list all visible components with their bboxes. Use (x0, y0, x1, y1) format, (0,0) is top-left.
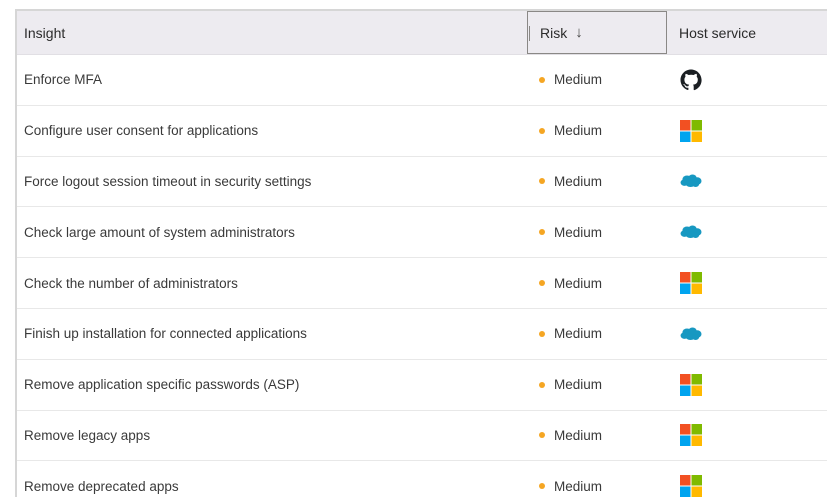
risk-dot-icon (539, 483, 545, 490)
risk-dot-icon (539, 76, 545, 83)
risk-label: Medium (554, 377, 603, 393)
column-divider[interactable] (529, 26, 530, 41)
risk-label: Medium (554, 123, 603, 139)
risk-dot-icon (539, 280, 545, 287)
microsoft-icon (680, 373, 702, 396)
risk-cell: Medium (527, 276, 667, 291)
insight-cell: Configure user consent for applications (24, 123, 259, 139)
risk-cell: Medium (527, 479, 667, 494)
risk-dot-icon (539, 381, 545, 388)
column-header-insight-label: Insight (24, 24, 66, 41)
salesforce-icon (680, 174, 702, 188)
table-row[interactable]: Remove deprecated apps Medium (17, 461, 827, 497)
risk-label: Medium (554, 478, 603, 494)
risk-dot-icon (539, 178, 545, 185)
microsoft-icon (680, 424, 702, 447)
insight-cell: Remove legacy apps (24, 427, 151, 443)
insight-cell: Check the number of administrators (24, 275, 238, 291)
table-row[interactable]: Check the number of administrators Medium (17, 258, 827, 309)
risk-dot-icon (539, 330, 545, 337)
risk-dot-icon (539, 127, 545, 134)
microsoft-icon (680, 272, 702, 295)
table-row[interactable]: Remove legacy apps Medium (17, 411, 827, 462)
risk-dot-icon (539, 432, 545, 439)
risk-label: Medium (554, 72, 603, 88)
host-service-cell (667, 271, 827, 295)
microsoft-icon (680, 475, 702, 497)
risk-cell: Medium (527, 377, 667, 392)
host-service-cell (667, 373, 827, 397)
salesforce-icon (680, 225, 702, 239)
insight-cell: Force logout session timeout in security… (24, 173, 312, 189)
column-header-risk-label: Risk (540, 24, 568, 41)
insight-cell: Finish up installation for connected app… (24, 326, 307, 342)
insight-cell: Remove application specific passwords (A… (24, 377, 300, 393)
risk-label: Medium (554, 173, 603, 189)
host-service-cell (667, 169, 827, 193)
risk-dot-icon (539, 229, 545, 236)
risk-label: Medium (554, 275, 603, 291)
risk-label: Medium (554, 326, 603, 342)
column-header-host-service-label: Host service (679, 24, 757, 41)
insight-cell: Check large amount of system administrat… (24, 224, 295, 240)
table-row[interactable]: Remove application specific passwords (A… (17, 360, 827, 411)
table-row[interactable]: Force logout session timeout in security… (17, 157, 827, 208)
insight-cell: Enforce MFA (24, 72, 103, 88)
insights-table: Insight Risk ↓ Host service Enforce MFA M… (15, 9, 827, 497)
host-service-cell (667, 220, 827, 244)
risk-label: Medium (554, 224, 603, 240)
column-header-risk[interactable]: Risk ↓ (527, 11, 667, 54)
arrow-down-icon[interactable]: ↓ (575, 25, 583, 40)
table-header: Insight Risk ↓ Host service (17, 11, 827, 55)
risk-cell: Medium (527, 123, 667, 138)
risk-cell: Medium (527, 174, 667, 189)
host-service-cell (667, 474, 827, 497)
salesforce-icon (680, 327, 702, 340)
risk-cell: Medium (527, 225, 667, 240)
table-row[interactable]: Enforce MFA Medium (17, 55, 827, 106)
column-header-insight[interactable]: Insight (17, 11, 527, 54)
risk-cell: Medium (527, 72, 667, 87)
risk-label: Medium (554, 427, 603, 443)
host-service-cell (667, 423, 827, 447)
table-row[interactable]: Finish up installation for connected app… (17, 309, 827, 360)
host-service-cell (667, 119, 827, 143)
table-row[interactable]: Configure user consent for applications M… (17, 106, 827, 157)
insight-cell: Remove deprecated apps (24, 478, 179, 494)
column-header-host-service[interactable]: Host service (667, 11, 827, 54)
risk-cell: Medium (527, 326, 667, 341)
table-row[interactable]: Check large amount of system administrat… (17, 207, 827, 259)
table-body: Enforce MFA Medium Configure user consent… (17, 55, 827, 497)
risk-cell: Medium (527, 428, 667, 443)
host-service-cell (667, 322, 827, 346)
microsoft-icon (680, 119, 702, 142)
host-service-cell (667, 68, 827, 92)
github-icon (680, 69, 702, 91)
